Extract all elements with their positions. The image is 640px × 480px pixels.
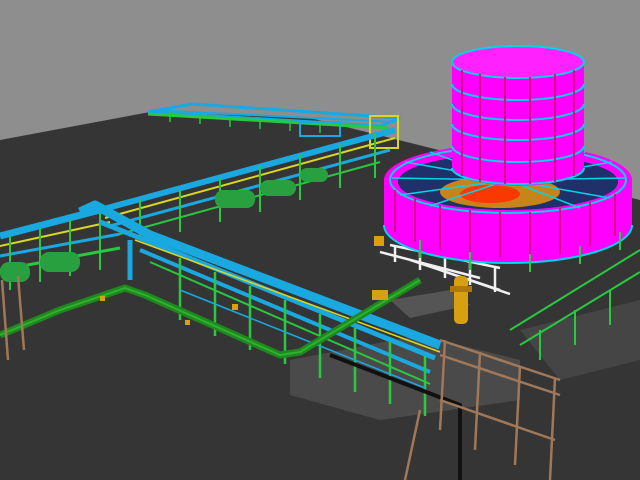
tank-inner-core [460, 185, 520, 203]
model-viewport[interactable] [0, 0, 640, 480]
plant-3d-scene[interactable] [0, 0, 640, 480]
tank-upper-shell [452, 62, 584, 186]
